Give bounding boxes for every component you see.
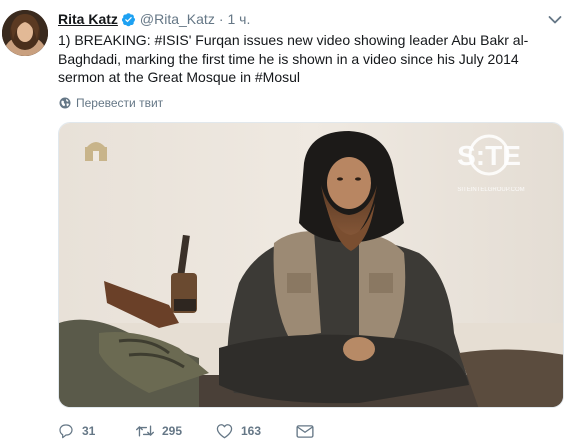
like-button[interactable]: 163 (216, 423, 296, 439)
watermark-text: S:TE (457, 140, 521, 171)
translate-link[interactable]: Перевести твит (59, 96, 163, 110)
author-handle[interactable]: @Rita_Katz (140, 11, 215, 27)
direct-message-icon (296, 424, 314, 438)
tweet-text: 1) BREAKING: #ISIS' Furqan issues new vi… (58, 32, 529, 85)
author-name[interactable]: Rita Katz (58, 11, 118, 27)
globe-icon (59, 97, 71, 109)
tweet-media[interactable]: S:TE SITEINTELGROUP.COM (58, 122, 564, 408)
reply-count: 31 (82, 424, 96, 438)
like-count: 163 (241, 424, 262, 438)
watermark-url: SITEINTELGROUP.COM (457, 187, 524, 193)
retweet-count: 295 (162, 424, 183, 438)
header-separator: · (218, 11, 224, 27)
tweet: Rita Katz @Rita_Katz · 1 ч. 1) BREAKING:… (0, 0, 572, 448)
reply-button[interactable]: 31 (58, 423, 136, 439)
avatar-image (2, 10, 48, 56)
tweet-actions: 31 295 163 (58, 422, 322, 440)
chevron-down-icon[interactable] (548, 12, 562, 24)
heart-icon (216, 424, 233, 439)
retweet-button[interactable]: 295 (136, 423, 216, 439)
avatar[interactable] (2, 10, 48, 56)
retweet-icon (136, 425, 154, 437)
tweet-header: Rita Katz @Rita_Katz · 1 ч. (58, 10, 250, 28)
video-still: S:TE SITEINTELGROUP.COM (59, 123, 563, 407)
verified-badge-icon (121, 12, 136, 27)
reply-icon (59, 424, 73, 439)
translate-label: Перевести твит (76, 96, 164, 110)
direct-message-button[interactable] (296, 424, 322, 439)
tweet-timestamp[interactable]: 1 ч. (228, 11, 251, 27)
